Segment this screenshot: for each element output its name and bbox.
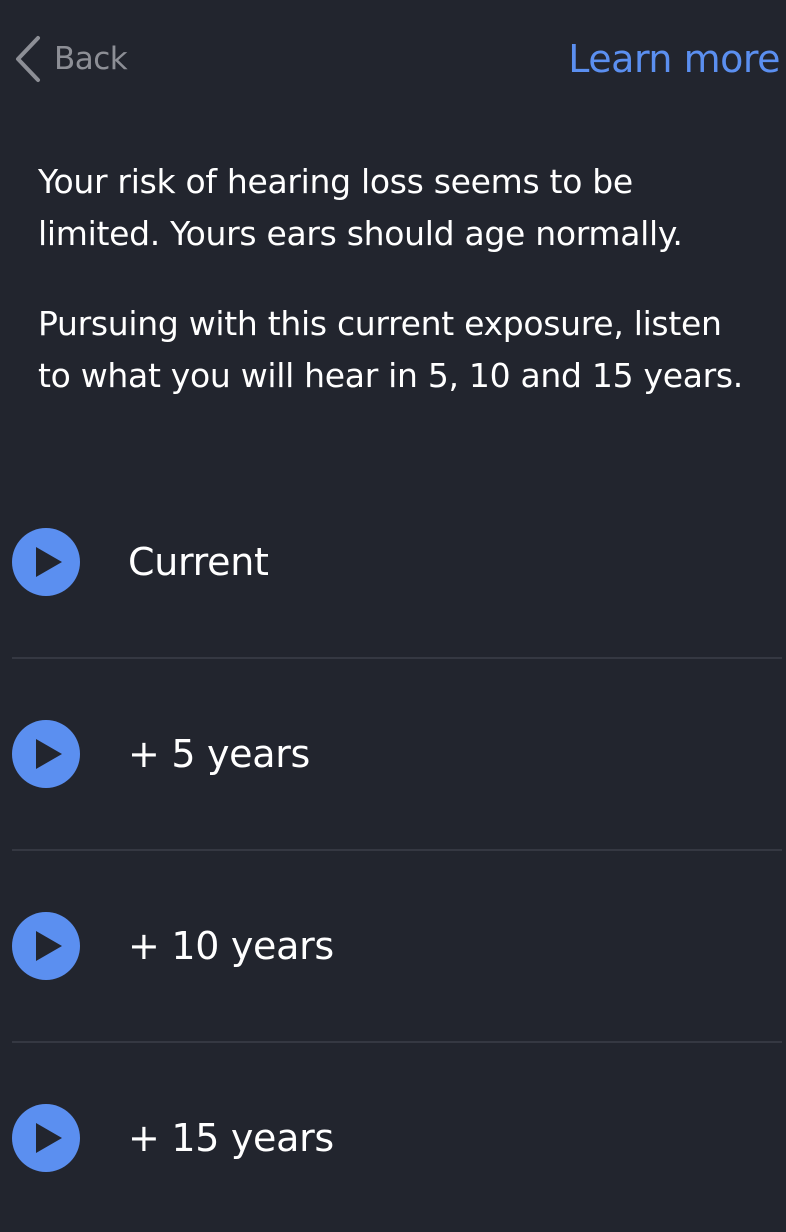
play-icon <box>31 1123 62 1153</box>
play-button[interactable] <box>12 528 80 596</box>
play-button[interactable] <box>12 912 80 980</box>
sample-label: + 10 years <box>128 924 334 968</box>
sample-row-5-years[interactable]: + 5 years <box>12 720 782 788</box>
sample-label: + 15 years <box>128 1116 334 1160</box>
play-icon <box>31 931 62 961</box>
divider <box>12 1041 782 1043</box>
sample-row-10-years[interactable]: + 10 years <box>12 912 782 980</box>
play-icon <box>31 739 62 769</box>
sample-label: + 5 years <box>128 732 311 776</box>
divider <box>12 849 782 851</box>
sample-row-15-years[interactable]: + 15 years <box>12 1104 782 1172</box>
play-button[interactable] <box>12 1104 80 1172</box>
learn-more-link[interactable]: Learn more <box>568 34 780 84</box>
chevron-left-icon <box>14 35 42 83</box>
back-label: Back <box>54 41 128 77</box>
play-icon <box>31 547 62 577</box>
risk-message: Your risk of hearing loss seems to be li… <box>38 162 683 253</box>
exposure-message: Pursuing with this current exposure, lis… <box>38 304 743 395</box>
navigation-bar: Back Learn more <box>0 0 786 120</box>
play-button[interactable] <box>12 720 80 788</box>
sample-label: Current <box>128 540 269 584</box>
back-button[interactable]: Back <box>14 34 128 84</box>
divider <box>12 657 782 659</box>
sample-row-current[interactable]: Current <box>12 528 782 596</box>
